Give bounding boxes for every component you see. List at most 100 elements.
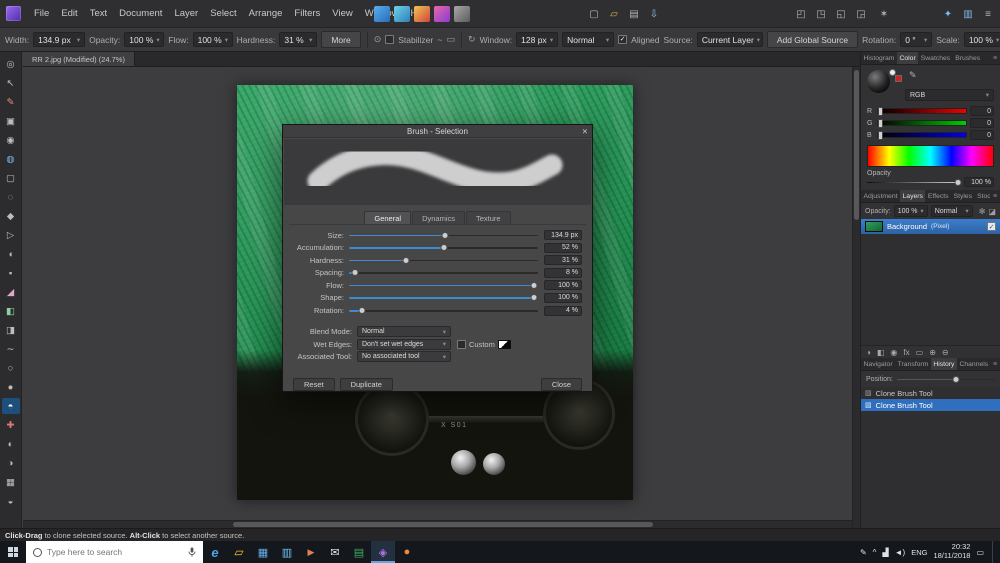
mesh-warp-tool[interactable]: ▦ <box>2 474 20 490</box>
healing-brush-tool[interactable]: ✚ <box>2 417 20 433</box>
network-icon[interactable]: ▟ <box>882 548 888 557</box>
sync-icon[interactable]: ↻ <box>468 34 476 45</box>
channel-value[interactable]: 0 <box>970 118 994 128</box>
show-desktop-button[interactable] <box>992 541 996 563</box>
slider-knob[interactable] <box>441 231 449 239</box>
node-tool[interactable]: ▷ <box>2 227 20 243</box>
mask-icon[interactable]: ◧ <box>877 348 885 357</box>
slider-knob[interactable] <box>358 307 366 315</box>
language-indicator[interactable]: ENG <box>911 548 927 557</box>
menu-item[interactable]: Edit <box>55 0 83 28</box>
pen-icon[interactable]: ✎ <box>860 548 867 557</box>
menu-item[interactable]: Filters <box>288 0 326 28</box>
start-button[interactable] <box>0 541 26 563</box>
open-document-icon[interactable]: ▱ <box>606 6 622 22</box>
tray-expand-icon[interactable]: ^ <box>873 548 877 557</box>
sharpen-tool[interactable]: ● <box>2 379 20 395</box>
rope-stabilizer-icon[interactable]: ~ <box>437 35 442 45</box>
stabilizer-checkbox[interactable] <box>385 35 395 44</box>
flood-fill-tool[interactable]: ◧ <box>2 303 20 319</box>
history-item[interactable]: ▨ Clone Brush Tool <box>861 387 1000 399</box>
menu-item[interactable]: Document <box>113 0 168 28</box>
add-layer-icon[interactable]: ⊕ <box>929 348 936 357</box>
preferences-icon[interactable]: ≡ <box>980 6 996 22</box>
layers-opacity-select[interactable]: 100 % ▾ <box>893 205 928 217</box>
add-global-source-button[interactable]: Add Global Source <box>766 31 859 48</box>
panel-tab[interactable]: Effects <box>925 190 951 202</box>
adjustment-icon[interactable]: ◑ <box>866 348 871 357</box>
save-document-icon[interactable]: ▤ <box>626 6 642 22</box>
horizontal-scrollbar[interactable] <box>23 520 852 528</box>
develop-persona-icon[interactable] <box>414 6 430 22</box>
blur-tool[interactable]: ○ <box>2 360 20 376</box>
dialog-title-bar[interactable]: Brush - Selection ✕ <box>283 125 592 138</box>
mail-icon[interactable]: ✉ <box>323 541 347 563</box>
dialog-tab[interactable]: Dynamics <box>412 211 465 225</box>
action-center-icon[interactable]: ▭ <box>976 548 984 557</box>
burn-brush-tool[interactable]: ◑ <box>2 455 20 471</box>
slider-knob[interactable] <box>954 178 962 186</box>
panel-tab[interactable]: Navigator <box>861 358 895 370</box>
slider[interactable] <box>349 268 538 278</box>
panel-menu-icon[interactable]: ≡ <box>990 190 1000 202</box>
close-button[interactable]: Close <box>540 378 582 391</box>
tone-mapping-persona-icon[interactable] <box>434 6 450 22</box>
menu-item[interactable]: Arrange <box>243 0 289 28</box>
fx-icon[interactable]: fx <box>903 348 909 357</box>
menu-item[interactable]: Text <box>84 0 113 28</box>
slider[interactable] <box>349 230 538 240</box>
window-stabilizer-icon[interactable]: ▭ <box>447 34 456 45</box>
primary-color-swatch[interactable] <box>895 75 902 82</box>
dialog-tab[interactable]: Texture <box>466 211 511 225</box>
panel-tab[interactable]: Adjustment <box>861 190 900 202</box>
liquify-persona-icon[interactable] <box>394 6 410 22</box>
gradient-tool[interactable]: ◨ <box>2 322 20 338</box>
color-mode-select[interactable]: RGB ▾ <box>905 89 994 101</box>
channel-knob[interactable] <box>878 131 883 140</box>
menu-item[interactable]: File <box>28 0 55 28</box>
snapping-icon[interactable]: ✶ <box>876 6 892 22</box>
channel-slider[interactable] <box>877 119 967 128</box>
aligned-checkbox[interactable]: ✓ <box>618 35 628 44</box>
document-tab[interactable]: RR 2.jpg (Modified) (24.7%) <box>23 52 135 66</box>
search-input[interactable] <box>47 547 183 557</box>
color-spectrum-bar[interactable] <box>867 145 994 167</box>
associated-tool-select[interactable]: No associated tool ▾ <box>357 351 451 363</box>
panel-tab[interactable]: Color <box>896 52 919 64</box>
excel-icon[interactable]: ▤ <box>347 541 371 563</box>
slider[interactable] <box>349 306 538 316</box>
gear-icon[interactable]: ✻ <box>979 207 986 216</box>
channel-value[interactable]: 0 <box>970 130 994 140</box>
crop-tool[interactable]: ▣ <box>2 113 20 129</box>
panel-tab[interactable]: Styles <box>951 190 975 202</box>
slider[interactable] <box>349 280 538 290</box>
hardness-input[interactable]: 31 % ▾ <box>279 32 318 47</box>
slider-knob[interactable] <box>530 294 538 302</box>
move-forward-icon[interactable]: ◳ <box>813 6 829 22</box>
panel-tab[interactable]: Histogram <box>861 52 897 64</box>
live-filter-icon[interactable]: ◉ <box>890 348 897 357</box>
edge-icon[interactable]: e <box>203 541 227 563</box>
horizontal-scrollbar-thumb[interactable] <box>233 522 653 527</box>
clone-brush-tool[interactable]: ◓ <box>1 398 20 414</box>
history-position-slider[interactable] <box>896 374 995 384</box>
panel-tab[interactable]: Brushes <box>953 52 983 64</box>
slider-knob[interactable] <box>402 256 410 264</box>
slider-value[interactable]: 100 % <box>544 280 582 291</box>
place-image-icon[interactable]: ⇩ <box>646 6 662 22</box>
slider-knob[interactable] <box>530 281 538 289</box>
pixel-tool[interactable]: ▪ <box>2 265 20 281</box>
custom-checkbox[interactable] <box>457 339 466 349</box>
slider-value[interactable]: 100 % <box>544 292 582 303</box>
slider-knob[interactable] <box>351 269 359 277</box>
channel-value[interactable]: 0 <box>970 106 994 116</box>
color-picker-icon[interactable]: ✎ <box>909 70 917 81</box>
lock-icon[interactable]: ◪ <box>988 207 996 216</box>
width-input[interactable]: 134.9 px ▾ <box>33 32 86 47</box>
move-to-back-icon[interactable]: ◲ <box>853 6 869 22</box>
browser-icon[interactable]: ● <box>395 541 419 563</box>
slider-value[interactable]: 134.9 px <box>544 230 582 240</box>
export-persona-icon[interactable] <box>454 6 470 22</box>
selection-brush-tool[interactable]: ◉ <box>2 132 20 148</box>
menu-item[interactable]: Layer <box>168 0 204 28</box>
